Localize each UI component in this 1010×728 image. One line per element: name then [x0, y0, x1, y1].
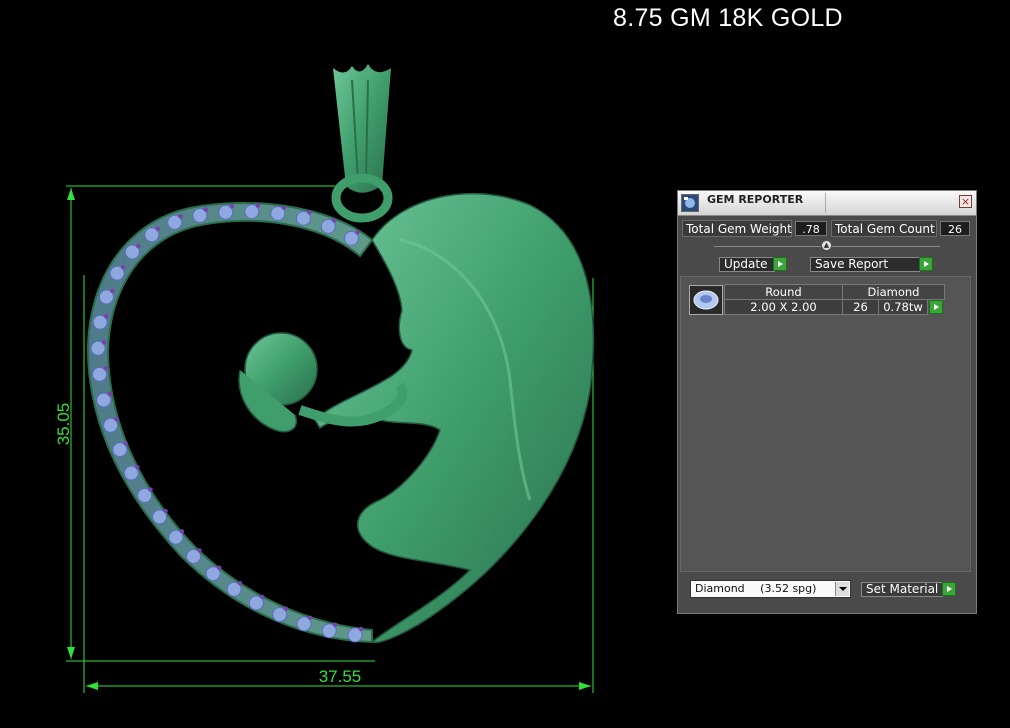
gem-prong — [107, 391, 112, 397]
gem-prong — [103, 366, 108, 371]
panel-title: GEM REPORTER — [707, 193, 804, 206]
arrow-up-icon — [67, 188, 75, 200]
total-gem-weight-label: Total Gem Weight — [682, 220, 792, 237]
close-button[interactable]: × — [959, 195, 972, 208]
set-material-button-label: Set Material — [866, 582, 939, 596]
gem-prong — [307, 210, 312, 215]
update-play-icon[interactable] — [773, 257, 787, 271]
panel-titlebar[interactable]: GEM REPORTER × — [678, 191, 976, 216]
collapse-icon[interactable]: ▲ — [821, 240, 832, 251]
table-header-material: Diamond — [842, 284, 945, 300]
gem-prong — [237, 581, 243, 586]
gem-prong — [163, 508, 168, 514]
arrow-down-icon — [67, 647, 75, 659]
gem-prong — [136, 243, 141, 249]
material-select-value: Diamond — [695, 582, 745, 595]
set-material-play-icon[interactable] — [942, 582, 956, 596]
gem-prong — [178, 214, 183, 219]
width-dimension-label: 37.55 — [319, 667, 362, 686]
material-select[interactable]: Diamond (3.52 spg) — [690, 580, 851, 598]
titlebar-divider — [825, 193, 826, 213]
gem-prong — [333, 622, 338, 627]
gem-reporter-app-icon — [681, 194, 699, 212]
round-gem-icon — [689, 285, 723, 315]
gem-prong — [135, 464, 140, 470]
gem-prong — [148, 487, 153, 492]
save-report-button[interactable]: Save Report — [810, 257, 920, 272]
gem-prong — [110, 288, 115, 294]
gem-list: Round Diamond 2.00 X 2.00 26 0.78tw — [680, 276, 971, 572]
gem-prong — [114, 417, 119, 422]
total-gem-count-value: 26 — [940, 221, 970, 236]
total-gem-count-label: Total Gem Count — [831, 220, 937, 237]
save-report-button-label: Save Report — [815, 257, 889, 271]
arrow-right-icon — [579, 682, 591, 690]
gem-reporter-panel: GEM REPORTER × Total Gem Weight .78 Tota… — [677, 190, 977, 614]
gem-prong — [307, 615, 313, 621]
height-dimension-label: 35.05 — [54, 403, 73, 446]
table-cell-weight: 0.78tw — [878, 299, 928, 315]
gem-prong — [355, 230, 360, 235]
gem-prong — [197, 548, 202, 553]
gem-prong — [358, 626, 364, 632]
update-button[interactable]: Update — [719, 257, 775, 272]
gem-prong — [281, 205, 287, 210]
gem-prong — [229, 204, 234, 209]
gem-prong — [283, 606, 288, 611]
set-material-button[interactable]: Set Material — [861, 582, 943, 597]
gem-prong — [155, 226, 160, 231]
chevron-down-icon[interactable] — [835, 582, 849, 596]
material-select-spg: (3.52 spg) — [760, 582, 817, 595]
table-cell-size: 2.00 X 2.00 — [724, 299, 843, 315]
gem-prong — [203, 207, 209, 212]
save-report-play-icon[interactable] — [919, 257, 933, 271]
row-play-icon[interactable] — [929, 300, 943, 314]
total-gem-weight-value: .78 — [795, 221, 827, 236]
gem-prong — [179, 529, 185, 534]
arrow-left-icon — [86, 682, 98, 690]
baby-figure — [238, 332, 408, 433]
gem-prong — [123, 441, 129, 446]
gem-prong — [255, 203, 261, 208]
gem-prong — [216, 565, 222, 570]
gem-prong — [120, 264, 126, 270]
table-header-shape: Round — [724, 284, 843, 300]
gem-prong — [332, 218, 337, 223]
gem-prong — [103, 314, 109, 319]
update-button-label: Update — [724, 257, 768, 271]
gem-prong — [101, 340, 107, 345]
table-cell-count: 26 — [842, 299, 879, 315]
pendant-bail — [331, 64, 393, 223]
gem-prong — [260, 594, 265, 600]
